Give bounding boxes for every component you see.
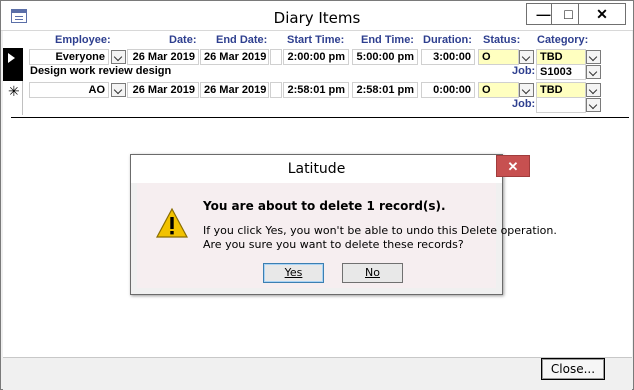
duration-field[interactable]: 0:00:00 bbox=[421, 82, 475, 98]
end-time-field[interactable]: 5:00:00 pm bbox=[352, 49, 418, 65]
job-label: Job: bbox=[512, 65, 536, 77]
new-record-star-icon: ✳ bbox=[8, 83, 20, 99]
job-field[interactable]: S1003 bbox=[536, 64, 586, 80]
spacer-field bbox=[270, 82, 282, 98]
record-selector[interactable] bbox=[3, 48, 23, 82]
job-dropdown-button[interactable] bbox=[586, 98, 601, 112]
yes-button[interactable]: Yes bbox=[263, 263, 324, 283]
header-status: Status: bbox=[483, 34, 521, 46]
status-field[interactable]: O bbox=[478, 82, 519, 98]
employee-field[interactable]: AO bbox=[29, 82, 109, 98]
start-time-field[interactable]: 2:00:00 pm bbox=[283, 49, 349, 65]
header-end-time: End Time: bbox=[361, 34, 414, 46]
dialog-titlebar: Latitude bbox=[131, 155, 502, 183]
new-record-row[interactable]: ✳ AO 26 Mar 2019 26 Mar 2019 2:58:01 pm … bbox=[3, 81, 632, 117]
date-field[interactable]: 26 Mar 2019 bbox=[127, 49, 199, 65]
current-record-arrow-icon bbox=[8, 53, 15, 63]
spacer-field bbox=[270, 49, 282, 65]
new-record-selector[interactable]: ✳ bbox=[3, 81, 23, 115]
dialog-detail-line1: If you click Yes, you won't be able to u… bbox=[203, 224, 557, 237]
status-dropdown-button[interactable] bbox=[519, 83, 534, 97]
header-employee: Employee: bbox=[55, 34, 111, 46]
category-dropdown-button[interactable] bbox=[586, 50, 601, 64]
records-divider bbox=[11, 117, 629, 118]
header-end-date: End Date: bbox=[216, 34, 268, 46]
start-time-field[interactable]: 2:58:01 pm bbox=[283, 82, 349, 98]
diary-record-row[interactable]: Everyone 26 Mar 2019 26 Mar 2019 2:00:00… bbox=[3, 48, 632, 84]
category-field[interactable]: TBD bbox=[536, 49, 586, 65]
form-footer: Close... bbox=[3, 357, 632, 390]
job-label: Job: bbox=[512, 98, 536, 110]
dialog-title: Latitude bbox=[287, 161, 346, 177]
end-time-field[interactable]: 2:58:01 pm bbox=[352, 82, 418, 98]
column-headers: Employee: Date: End Date: Start Time: En… bbox=[3, 31, 632, 48]
description-field[interactable]: Design work review design bbox=[30, 65, 171, 77]
employee-field[interactable]: Everyone bbox=[29, 49, 109, 65]
duration-field[interactable]: 3:00:00 bbox=[421, 49, 475, 65]
dialog-detail-line2: Are you sure you want to delete these re… bbox=[203, 238, 464, 251]
end-date-field[interactable]: 26 Mar 2019 bbox=[200, 82, 269, 98]
end-date-field[interactable]: 26 Mar 2019 bbox=[200, 49, 269, 65]
no-button-label: No bbox=[365, 266, 380, 279]
job-dropdown-button[interactable] bbox=[586, 65, 601, 79]
dialog-message: You are about to delete 1 record(s). bbox=[203, 199, 446, 213]
window-titlebar: Diary Items — □ ✕ bbox=[1, 1, 633, 31]
header-category: Category: bbox=[537, 34, 589, 46]
date-field[interactable]: 26 Mar 2019 bbox=[127, 82, 199, 98]
yes-button-label: Yes bbox=[284, 266, 303, 279]
dialog-body: You are about to delete 1 record(s). If … bbox=[137, 183, 557, 288]
dialog-detail: If you click Yes, you won't be able to u… bbox=[203, 224, 557, 252]
no-button[interactable]: No bbox=[342, 263, 403, 283]
delete-confirm-dialog: Latitude ✕ You are about to delete 1 rec… bbox=[130, 154, 557, 295]
header-start-time: Start Time: bbox=[287, 34, 345, 46]
category-field[interactable]: TBD bbox=[536, 82, 586, 98]
header-duration: Duration: bbox=[423, 34, 472, 46]
close-button[interactable]: Close... bbox=[541, 358, 605, 380]
warning-icon bbox=[155, 207, 189, 238]
dialog-close-button[interactable]: ✕ bbox=[496, 155, 530, 177]
job-field[interactable] bbox=[536, 97, 586, 113]
category-dropdown-button[interactable] bbox=[586, 83, 601, 97]
header-date: Date: bbox=[169, 34, 197, 46]
employee-dropdown-button[interactable] bbox=[111, 50, 126, 64]
status-field[interactable]: O bbox=[478, 49, 519, 65]
employee-dropdown-button[interactable] bbox=[111, 83, 126, 97]
window-close-button[interactable]: ✕ bbox=[578, 3, 626, 25]
status-dropdown-button[interactable] bbox=[519, 50, 534, 64]
